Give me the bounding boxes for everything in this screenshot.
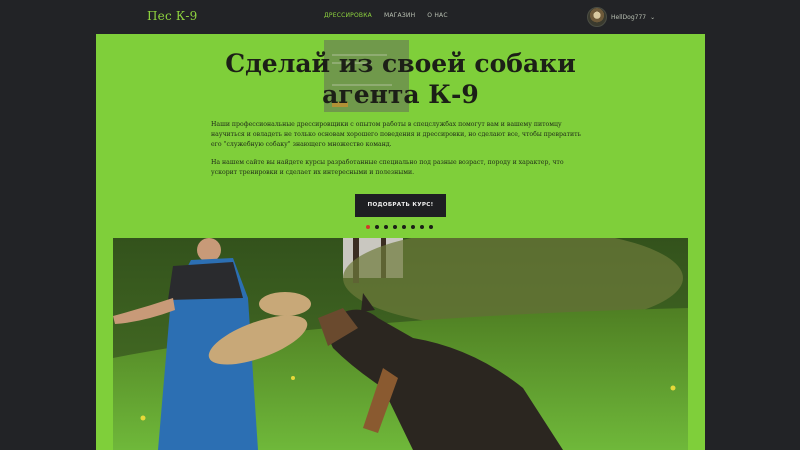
photo-illustration	[113, 238, 688, 450]
intro-paragraph: Наши профессиональные дрессировщики с оп…	[211, 121, 581, 148]
username[interactable]: HellDog777	[611, 14, 646, 21]
page-title: Сделай из своей собаки агента К-9	[96, 48, 705, 110]
hero-panel: Сделай из своей собаки агента К-9 Наши п…	[96, 34, 705, 450]
top-navbar: Пес К-9 ДРЕССИРОВКА МАГАЗИН О НАС HellDo…	[0, 0, 800, 34]
nav-links: ДРЕССИРОВКА МАГАЗИН О НАС	[324, 12, 448, 19]
nav-link-training[interactable]: ДРЕССИРОВКА	[324, 12, 372, 19]
title-line-2: агента К-9	[322, 80, 479, 109]
carousel-dot[interactable]	[375, 225, 379, 229]
avatar[interactable]	[587, 7, 607, 27]
courses-paragraph: На нашем сайте вы найдете курсы разработ…	[211, 159, 564, 176]
brand-logo[interactable]: Пес К-9	[147, 9, 197, 23]
chevron-down-icon[interactable]: ⌄	[650, 14, 655, 21]
carousel-dot[interactable]	[420, 225, 424, 229]
carousel-dot[interactable]	[402, 225, 406, 229]
carousel-dot[interactable]	[411, 225, 415, 229]
carousel-dot[interactable]	[429, 225, 433, 229]
nav-link-about[interactable]: О НАС	[427, 12, 447, 19]
carousel-dots	[366, 225, 433, 229]
dog-training-photo	[113, 238, 688, 450]
carousel-dot[interactable]	[384, 225, 388, 229]
carousel-dot[interactable]	[366, 225, 370, 229]
nav-link-shop[interactable]: МАГАЗИН	[384, 12, 415, 19]
title-line-1: Сделай из своей собаки	[225, 49, 576, 78]
choose-course-button[interactable]: ПОДОБРАТЬ КУРС!	[355, 194, 446, 217]
carousel-dot[interactable]	[393, 225, 397, 229]
user-menu[interactable]: HellDog777 ⌄	[587, 7, 655, 27]
